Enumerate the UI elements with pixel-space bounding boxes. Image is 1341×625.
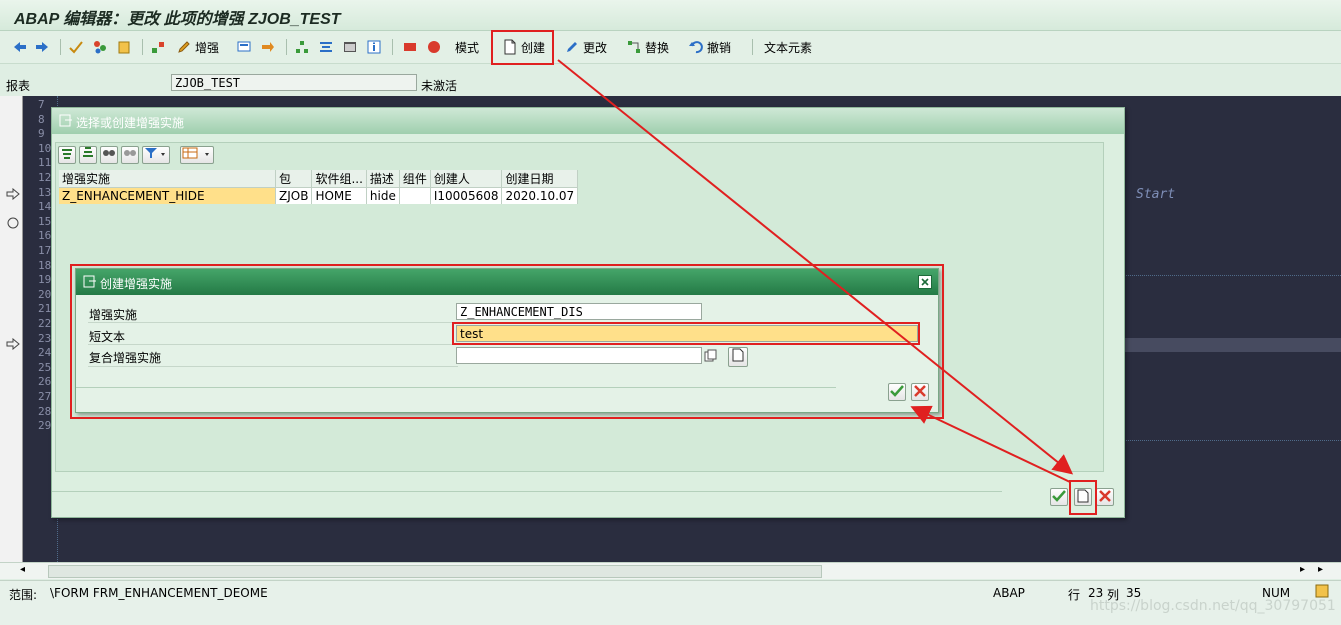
annotation-arrows xyxy=(557,59,1074,483)
arrow-to-create-dialog xyxy=(910,405,1071,483)
arrow-create-to-dialog xyxy=(557,59,1074,475)
